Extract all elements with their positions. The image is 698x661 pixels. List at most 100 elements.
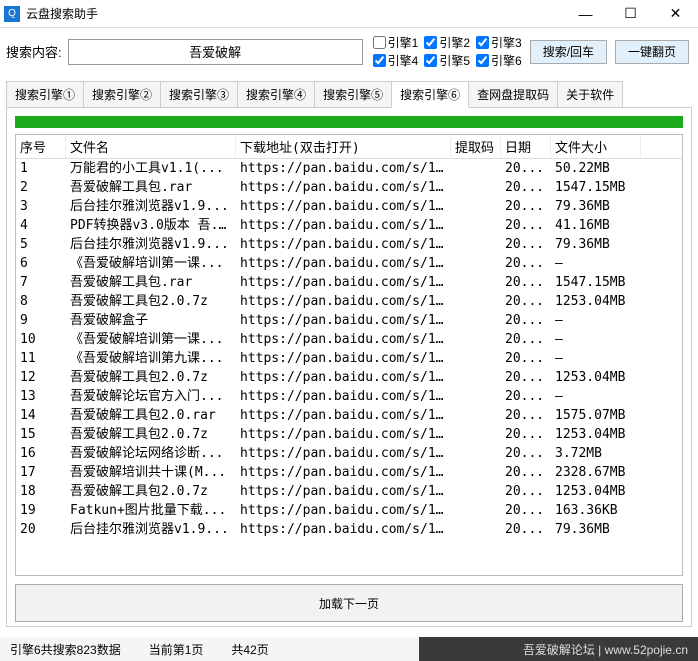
cell-n: 16 [16,444,66,463]
col-num[interactable]: 序号 [16,135,66,158]
col-name[interactable]: 文件名 [66,135,236,158]
window-controls: — ☐ ✕ [563,0,698,28]
tab-engine2[interactable]: 搜索引擎② [83,81,161,108]
tab-engine5[interactable]: 搜索引擎⑤ [314,81,392,108]
engine3-checkbox[interactable]: 引擎3 [476,34,522,51]
search-button[interactable]: 搜索/回车 [530,40,607,64]
table-row[interactable]: 5后台挂尔雅浏览器v1.9...https://pan.baidu.com/s/… [16,235,682,254]
cell-code [451,463,501,482]
cell-n: 9 [16,311,66,330]
cell-size: — [551,349,641,368]
cell-n: 15 [16,425,66,444]
cell-date: 20... [501,292,551,311]
cell-n: 20 [16,520,66,539]
tab-about[interactable]: 关于软件 [557,81,623,108]
cell-code [451,444,501,463]
cell-date: 20... [501,159,551,178]
close-button[interactable]: ✕ [653,0,698,28]
table-row[interactable]: 3后台挂尔雅浏览器v1.9...https://pan.baidu.com/s/… [16,197,682,216]
cell-date: 20... [501,425,551,444]
cell-date: 20... [501,482,551,501]
search-input[interactable] [68,39,363,65]
table-row[interactable]: 4PDF转换器v3.0版本 吾...https://pan.baidu.com/… [16,216,682,235]
table-row[interactable]: 1万能君的小工具v1.1(...https://pan.baidu.com/s/… [16,159,682,178]
engine2-checkbox[interactable]: 引擎2 [424,34,470,51]
table-row[interactable]: 2吾爱破解工具包.rarhttps://pan.baidu.com/s/1p..… [16,178,682,197]
cell-n: 13 [16,387,66,406]
table-row[interactable]: 6《吾爱破解培训第一课...https://pan.baidu.com/s/14… [16,254,682,273]
table-row[interactable]: 18吾爱破解工具包2.0.7zhttps://pan.baidu.com/s/1… [16,482,682,501]
table-row[interactable]: 7吾爱破解工具包.rarhttps://pan.baidu.com/s/1m..… [16,273,682,292]
cell-size: 50.22MB [551,159,641,178]
tab-engine6[interactable]: 搜索引擎⑥ [391,81,469,108]
col-date[interactable]: 日期 [501,135,551,158]
cell-size: 1253.04MB [551,482,641,501]
results-body[interactable]: 1万能君的小工具v1.1(...https://pan.baidu.com/s/… [16,159,682,576]
cell-url: https://pan.baidu.com/s/1f... [236,311,451,330]
cell-size: 79.36MB [551,197,641,216]
cell-code [451,159,501,178]
load-more-button[interactable]: 加载下一页 [15,584,683,622]
table-row[interactable]: 11《吾爱破解培训第九课...https://pan.baidu.com/s/1… [16,349,682,368]
cell-size: 79.36MB [551,520,641,539]
table-row[interactable]: 9吾爱破解盒子https://pan.baidu.com/s/1f...20..… [16,311,682,330]
cell-n: 7 [16,273,66,292]
cell-date: 20... [501,216,551,235]
cell-url: https://pan.baidu.com/s/17... [236,387,451,406]
engine5-checkbox[interactable]: 引擎5 [424,52,470,69]
cell-name: 《吾爱破解培训第九课... [66,349,236,368]
cell-date: 20... [501,520,551,539]
page-button[interactable]: 一键翻页 [615,40,689,64]
cell-url: https://pan.baidu.com/s/1p... [236,178,451,197]
engine6-checkbox[interactable]: 引擎6 [476,52,522,69]
maximize-button[interactable]: ☐ [608,0,653,28]
table-row[interactable]: 15吾爱破解工具包2.0.7zhttps://pan.baidu.com/s/1… [16,425,682,444]
status-left: 引擎6共搜索823数据 当前第1页 共42页 [0,641,269,658]
table-row[interactable]: 10《吾爱破解培训第一课...https://pan.baidu.com/s/1… [16,330,682,349]
engine4-checkbox[interactable]: 引擎4 [373,52,419,69]
tab-extract-code[interactable]: 查网盘提取码 [468,81,558,108]
col-code[interactable]: 提取码 [451,135,501,158]
cell-url: https://pan.baidu.com/s/1C... [236,425,451,444]
cell-url: https://pan.baidu.com/s/15... [236,463,451,482]
col-url[interactable]: 下载地址(双击打开) [236,135,451,158]
status-right: 吾爱破解论坛 | www.52pojie.cn [523,641,698,658]
cell-code [451,387,501,406]
tab-engine4[interactable]: 搜索引擎④ [237,81,315,108]
cell-n: 17 [16,463,66,482]
table-row[interactable]: 19Fatkun+图片批量下载...https://pan.baidu.com/… [16,501,682,520]
cell-size: 79.36MB [551,235,641,254]
tab-engine3[interactable]: 搜索引擎③ [160,81,238,108]
cell-name: 后台挂尔雅浏览器v1.9... [66,520,236,539]
cell-size: 1253.04MB [551,368,641,387]
table-row[interactable]: 16吾爱破解论坛网络诊断...https://pan.baidu.com/s/1… [16,444,682,463]
cell-name: 吾爱破解工具包2.0.rar [66,406,236,425]
col-size[interactable]: 文件大小 [551,135,641,158]
cell-n: 6 [16,254,66,273]
table-row[interactable]: 14吾爱破解工具包2.0.rarhttps://pan.baidu.com/s/… [16,406,682,425]
cell-date: 20... [501,387,551,406]
search-label: 搜索内容: [6,42,62,61]
table-row[interactable]: 13吾爱破解论坛官方入门...https://pan.baidu.com/s/1… [16,387,682,406]
table-row[interactable]: 12吾爱破解工具包2.0.7zhttps://pan.baidu.com/s/1… [16,368,682,387]
cell-n: 5 [16,235,66,254]
cell-size: 1253.04MB [551,292,641,311]
cell-n: 12 [16,368,66,387]
tab-engine1[interactable]: 搜索引擎① [6,81,84,108]
cell-size: 41.16MB [551,216,641,235]
cell-url: https://pan.baidu.com/s/1m... [236,273,451,292]
cell-url: https://pan.baidu.com/s/12... [236,368,451,387]
cell-n: 19 [16,501,66,520]
table-row[interactable]: 20后台挂尔雅浏览器v1.9...https://pan.baidu.com/s… [16,520,682,539]
cell-size: — [551,330,641,349]
cell-name: 后台挂尔雅浏览器v1.9... [66,197,236,216]
cell-code [451,292,501,311]
table-row[interactable]: 8吾爱破解工具包2.0.7zhttps://pan.baidu.com/s/1T… [16,292,682,311]
cell-code [451,311,501,330]
table-row[interactable]: 17吾爱破解培训共十课(M...https://pan.baidu.com/s/… [16,463,682,482]
minimize-button[interactable]: — [563,0,608,28]
status-total: 共42页 [231,641,268,658]
window-title: 云盘搜索助手 [26,5,563,22]
engine1-checkbox[interactable]: 引擎1 [373,34,419,51]
cell-code [451,330,501,349]
